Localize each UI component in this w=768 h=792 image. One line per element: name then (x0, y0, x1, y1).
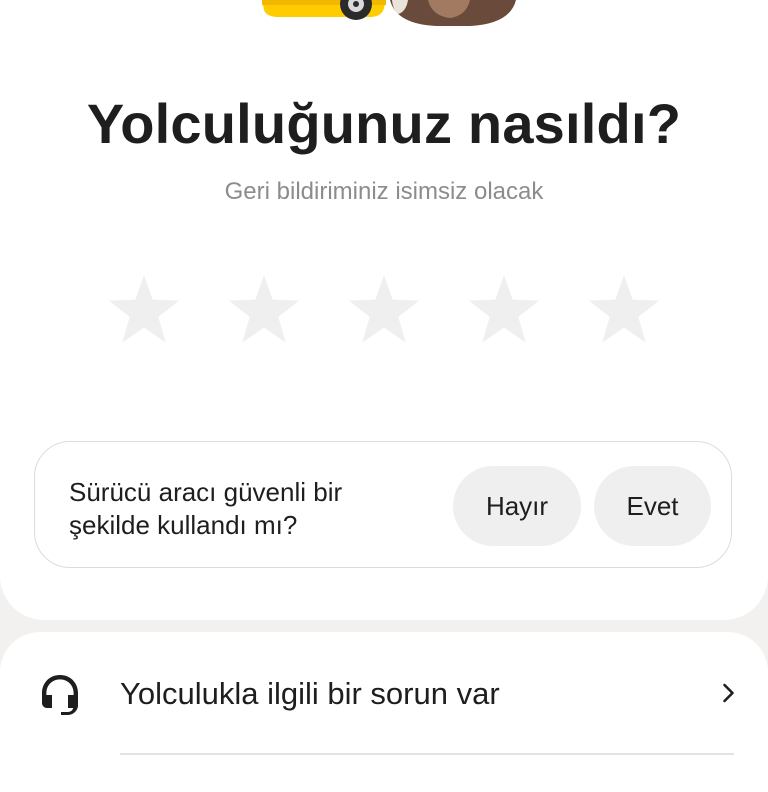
star-5-icon[interactable] (584, 270, 664, 350)
rating-card: Yolculuğunuz nasıldı? Geri bildiriminiz … (0, 0, 768, 620)
headset-icon (42, 675, 78, 715)
chevron-right-icon (723, 683, 734, 703)
row-divider (120, 753, 734, 755)
header-illustration (262, 0, 516, 26)
driver-avatar (390, 0, 516, 26)
yes-button[interactable]: Evet (594, 466, 711, 546)
star-rating (104, 270, 664, 350)
star-4-icon[interactable] (464, 270, 544, 350)
support-card: Yolculukla ilgili bir sorun var (0, 632, 768, 792)
report-problem-label: Yolculukla ilgili bir sorun var (120, 676, 500, 711)
no-button[interactable]: Hayır (453, 466, 581, 546)
star-3-icon[interactable] (344, 270, 424, 350)
rating-title: Yolculuğunuz nasıldı? (86, 92, 682, 155)
rating-subtitle: Geri bildiriminiz isimsiz olacak (224, 178, 544, 205)
report-problem-row[interactable]: Yolculukla ilgili bir sorun var (0, 632, 768, 754)
taxi-illustration (262, 0, 386, 20)
star-2-icon[interactable] (224, 270, 304, 350)
safety-question-text: Sürücü aracı güvenli bir şekilde kulland… (69, 477, 343, 540)
star-1-icon[interactable] (104, 270, 184, 350)
safety-question-card: Sürücü aracı güvenli bir şekilde kulland… (34, 441, 732, 568)
